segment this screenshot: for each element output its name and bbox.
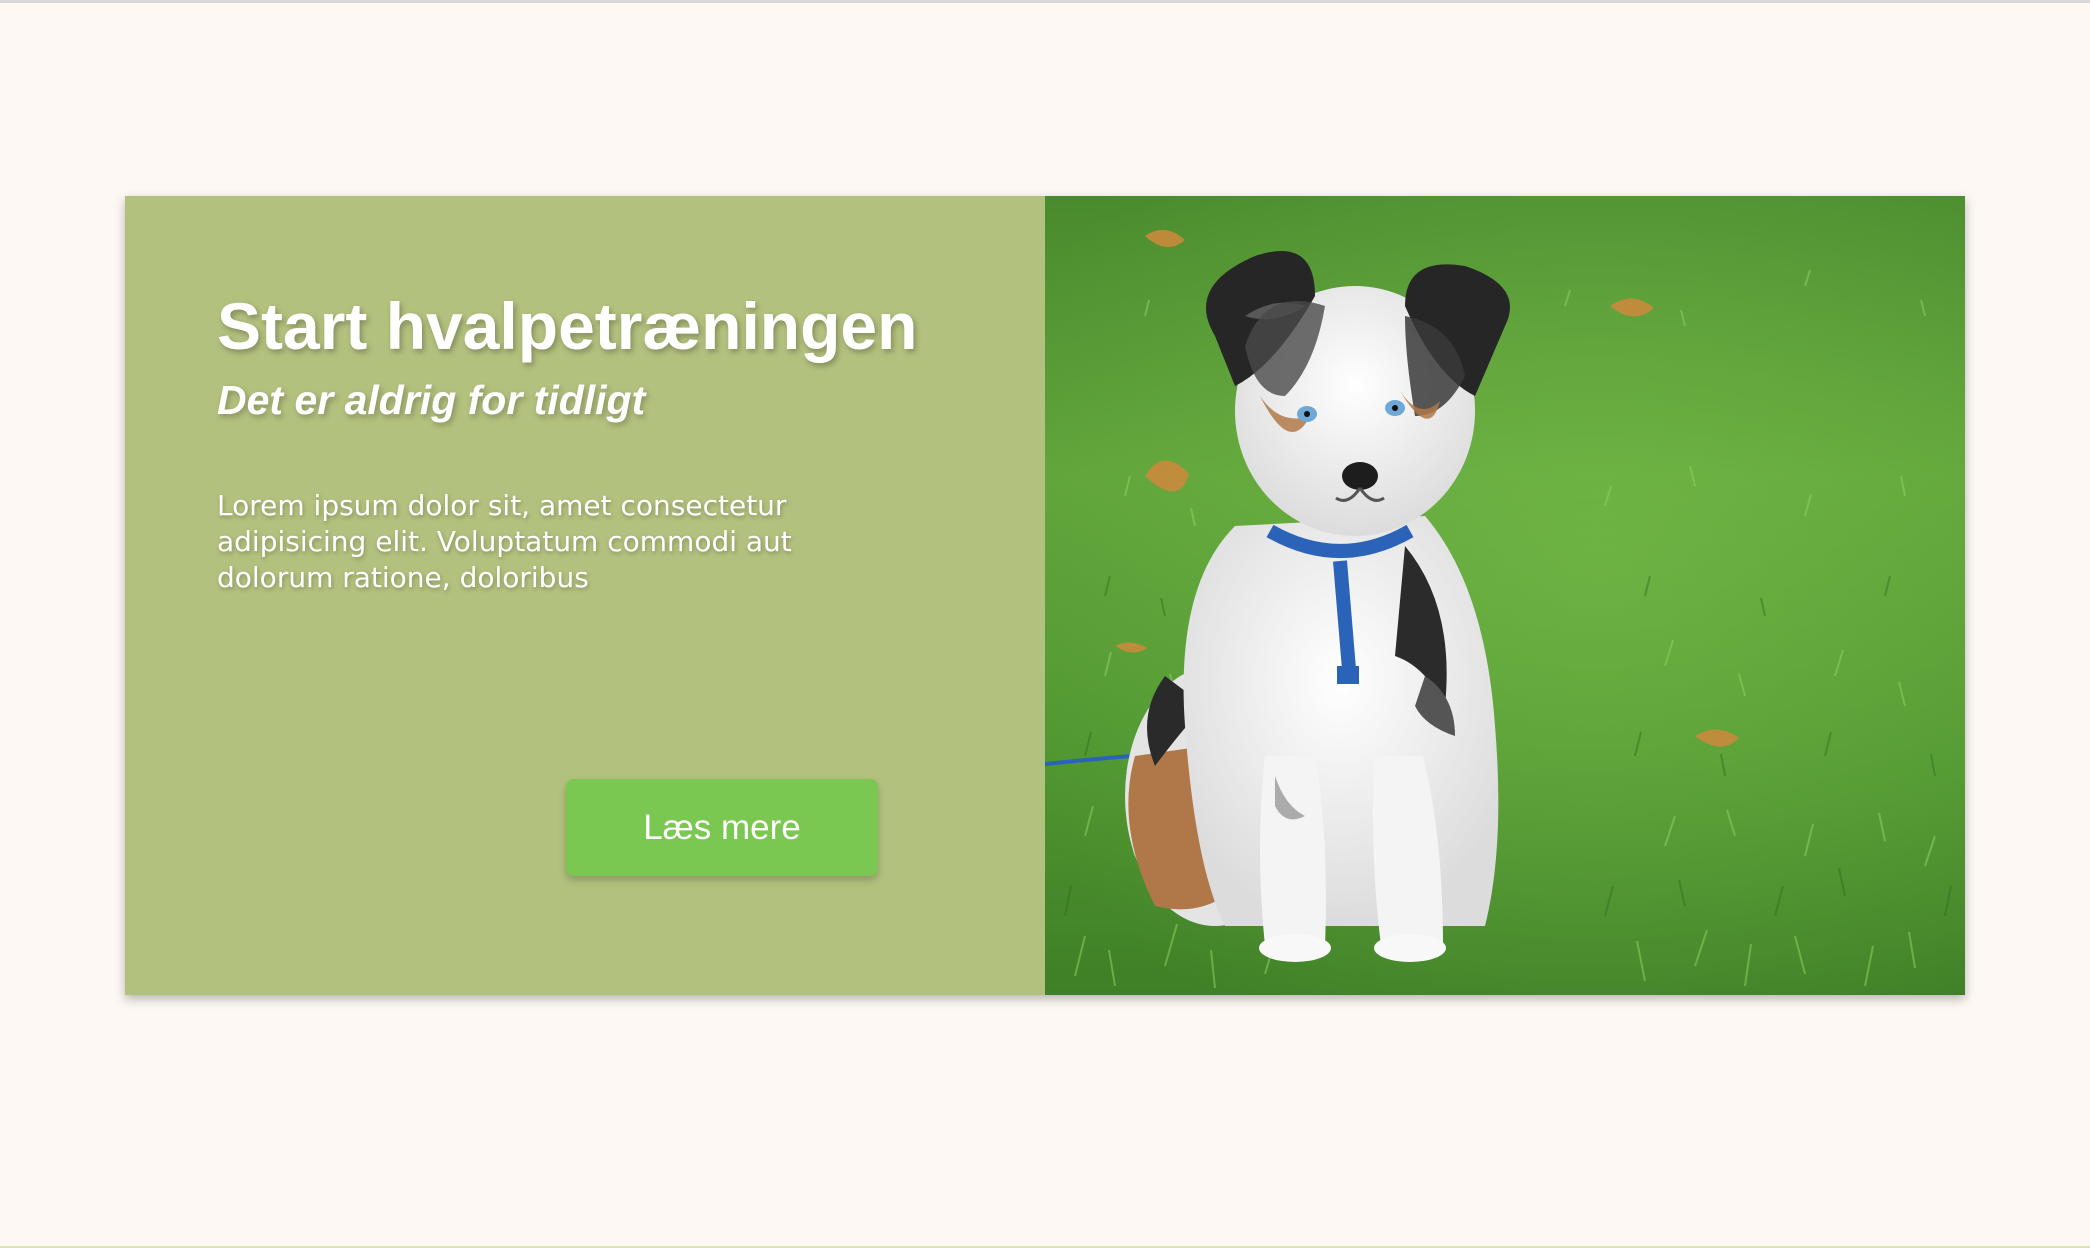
top-divider (0, 0, 2090, 3)
hero-title: Start hvalpetræningen (217, 289, 918, 363)
hero-text-panel: Start hvalpetræningen Det er aldrig for … (125, 196, 1045, 995)
read-more-button[interactable]: Læs mere (566, 779, 878, 876)
puppy-photo (1045, 196, 1965, 995)
puppy-image (1045, 196, 1965, 995)
hero-card: Start hvalpetræningen Det er aldrig for … (125, 196, 1965, 995)
hero-body-text: Lorem ipsum dolor sit, amet consectetur … (217, 489, 792, 594)
hero-subtitle: Det er aldrig for tidligt (217, 377, 646, 423)
